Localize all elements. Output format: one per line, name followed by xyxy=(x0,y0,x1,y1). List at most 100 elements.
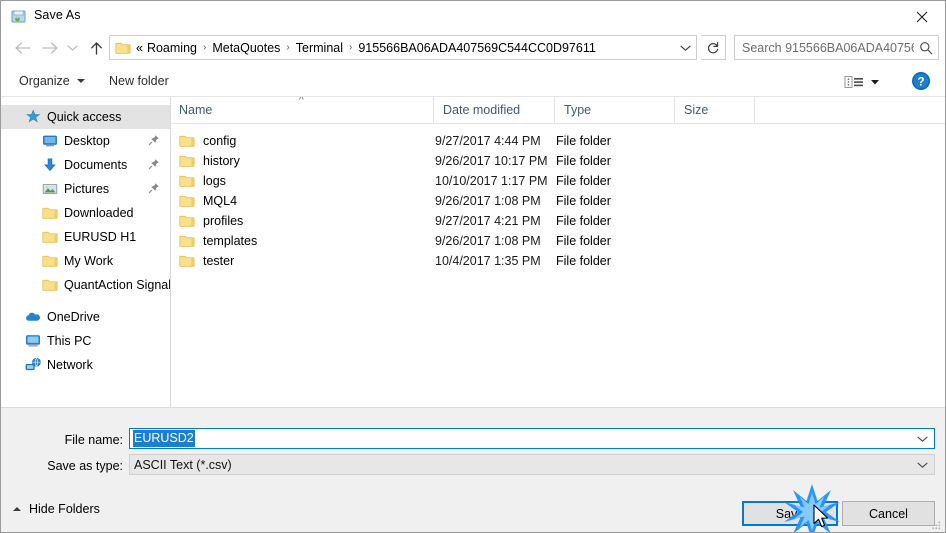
folder-icon xyxy=(115,41,131,55)
sidebar-item-desktop[interactable]: Desktop xyxy=(1,129,170,153)
sidebar-item-my-work[interactable]: My Work xyxy=(1,249,170,273)
table-row[interactable]: history 9/26/2017 10:17 PM File folder xyxy=(171,151,945,171)
sort-ascending-caret-icon: ^ xyxy=(299,97,304,106)
sidebar-group-spacer xyxy=(1,297,170,305)
sidebar-label: My Work xyxy=(64,254,114,268)
file-name-label: tester xyxy=(203,254,235,268)
recent-locations-button[interactable] xyxy=(63,35,81,61)
sidebar-label: Network xyxy=(47,358,93,372)
file-date-cell: 10/10/2017 1:17 PM xyxy=(435,174,548,188)
breadcrumb-item-1[interactable]: MetaQuotes xyxy=(209,39,283,57)
sidebar-item-this-pc[interactable]: This PC xyxy=(1,329,170,353)
up-arrow-icon xyxy=(90,41,102,55)
sidebar-label: Pictures xyxy=(64,182,110,196)
column-header-type[interactable]: Type xyxy=(554,97,674,123)
table-row[interactable]: MQL4 9/26/2017 1:08 PM File folder xyxy=(171,191,945,211)
sidebar-item-pictures[interactable]: Pictures xyxy=(1,177,170,201)
column-header-date-modified[interactable]: Date modified xyxy=(433,97,554,123)
file-name-label: File name: xyxy=(64,433,123,447)
pictures-image-icon xyxy=(42,181,58,197)
forward-arrow-icon xyxy=(41,42,58,54)
save-as-type-select[interactable]: ASCII Text (*.csv) xyxy=(129,454,935,475)
pin-icon xyxy=(148,182,160,194)
file-name-input[interactable]: EURUSD2 xyxy=(129,428,935,449)
table-row[interactable]: logs 10/10/2017 1:17 PM File folder xyxy=(171,171,945,191)
table-row[interactable]: config 9/27/2017 4:44 PM File folder xyxy=(171,131,945,151)
sidebar-label: Desktop xyxy=(64,134,110,148)
breadcrumb-lead-separator[interactable]: « xyxy=(134,39,144,57)
breadcrumb: « Roaming › MetaQuotes › Terminal › 9155… xyxy=(134,39,674,57)
organize-label: Organize xyxy=(19,74,70,88)
breadcrumb-item-0[interactable]: Roaming xyxy=(144,39,200,57)
sidebar-item-documents[interactable]: Documents xyxy=(1,153,170,177)
search-icon[interactable] xyxy=(914,41,938,55)
sidebar-label: Quick access xyxy=(47,110,122,124)
file-name-cell: MQL4 xyxy=(179,191,237,211)
hide-folders-label: Hide Folders xyxy=(29,502,100,516)
breadcrumb-separator[interactable]: › xyxy=(283,42,292,53)
address-bar[interactable]: « Roaming › MetaQuotes › Terminal › 9155… xyxy=(109,35,697,60)
file-date-cell: 9/27/2017 4:21 PM xyxy=(435,214,541,228)
table-row[interactable]: profiles 9/27/2017 4:21 PM File folder xyxy=(171,211,945,231)
breadcrumb-item-2[interactable]: Terminal xyxy=(293,39,346,57)
sidebar-label: OneDrive xyxy=(47,310,100,324)
file-name-label: profiles xyxy=(203,214,244,228)
save-button[interactable]: Save xyxy=(742,501,838,526)
chevron-down-icon xyxy=(916,462,928,468)
sidebar-label: EURUSD H1 xyxy=(64,230,137,244)
search-input[interactable]: Search 915566BA06ADA40756... xyxy=(734,35,939,60)
forward-button[interactable] xyxy=(37,35,63,61)
organize-button[interactable]: Organize xyxy=(11,65,93,97)
title-bar: Save As xyxy=(1,1,945,32)
folder-icon xyxy=(179,214,195,228)
table-row[interactable]: tester 10/4/2017 1:35 PM File folder xyxy=(171,251,945,271)
onedrive-cloud-icon xyxy=(25,309,41,325)
file-type-cell: File folder xyxy=(556,134,611,148)
sidebar-item-downloaded[interactable]: Downloaded xyxy=(1,201,170,225)
dialog-footer: File name: EURUSD2 Save as type: ASCII T… xyxy=(1,407,945,532)
column-header-size[interactable]: Size xyxy=(674,97,754,123)
file-date-cell: 10/4/2017 1:35 PM xyxy=(435,254,541,268)
sidebar-item-quick-access[interactable]: Quick access xyxy=(1,105,170,129)
file-type-cell: File folder xyxy=(556,174,611,188)
sidebar-item-quantaction-signal[interactable]: QuantAction Signal xyxy=(1,273,170,297)
resize-grip-icon[interactable] xyxy=(930,519,942,531)
up-button[interactable] xyxy=(83,35,109,61)
view-options-button[interactable] xyxy=(841,70,887,93)
chevron-down-icon xyxy=(871,79,879,84)
hide-folders-button[interactable]: Hide Folders xyxy=(13,502,100,516)
new-folder-button[interactable]: New folder xyxy=(101,65,177,97)
column-header-name[interactable]: Name ^ xyxy=(171,97,433,123)
back-arrow-icon xyxy=(14,42,31,54)
table-row[interactable]: templates 9/26/2017 1:08 PM File folder xyxy=(171,231,945,251)
window-title: Save As xyxy=(34,8,81,22)
sidebar-item-eurusd-h1[interactable]: EURUSD H1 xyxy=(1,225,170,249)
save-as-type-dropdown-button[interactable] xyxy=(914,455,930,474)
sidebar-item-onedrive[interactable]: OneDrive xyxy=(1,305,170,329)
save-as-dialog: Save As « Roaming › MetaQuotes › Termina… xyxy=(0,0,946,533)
file-name-dropdown-button[interactable] xyxy=(914,429,930,448)
file-name-cell: tester xyxy=(179,251,234,271)
cancel-button[interactable]: Cancel xyxy=(842,501,935,526)
breadcrumb-separator[interactable]: › xyxy=(346,42,355,53)
save-as-icon xyxy=(11,9,27,25)
refresh-button[interactable] xyxy=(701,35,726,60)
folder-icon xyxy=(42,253,58,269)
close-button[interactable] xyxy=(899,1,945,32)
back-button[interactable] xyxy=(9,35,35,61)
sidebar-item-network[interactable]: Network xyxy=(1,353,170,377)
this-pc-monitor-icon xyxy=(25,333,41,349)
folder-icon xyxy=(179,234,195,248)
address-dropdown-button[interactable] xyxy=(674,36,696,59)
breadcrumb-item-3[interactable]: 915566BA06ADA407569C544CC0D97611 xyxy=(355,39,598,57)
folder-icon xyxy=(179,134,195,148)
svg-text:?: ? xyxy=(917,76,924,88)
command-bar: Organize New folder ? xyxy=(1,65,945,97)
recent-locations-chevron-icon xyxy=(66,45,78,51)
network-globe-icon xyxy=(25,357,41,373)
folder-icon xyxy=(42,277,58,293)
breadcrumb-separator[interactable]: › xyxy=(200,42,209,53)
help-button[interactable]: ? xyxy=(911,71,931,91)
search-placeholder: Search 915566BA06ADA40756... xyxy=(742,40,914,55)
file-name-cell: profiles xyxy=(179,211,243,231)
